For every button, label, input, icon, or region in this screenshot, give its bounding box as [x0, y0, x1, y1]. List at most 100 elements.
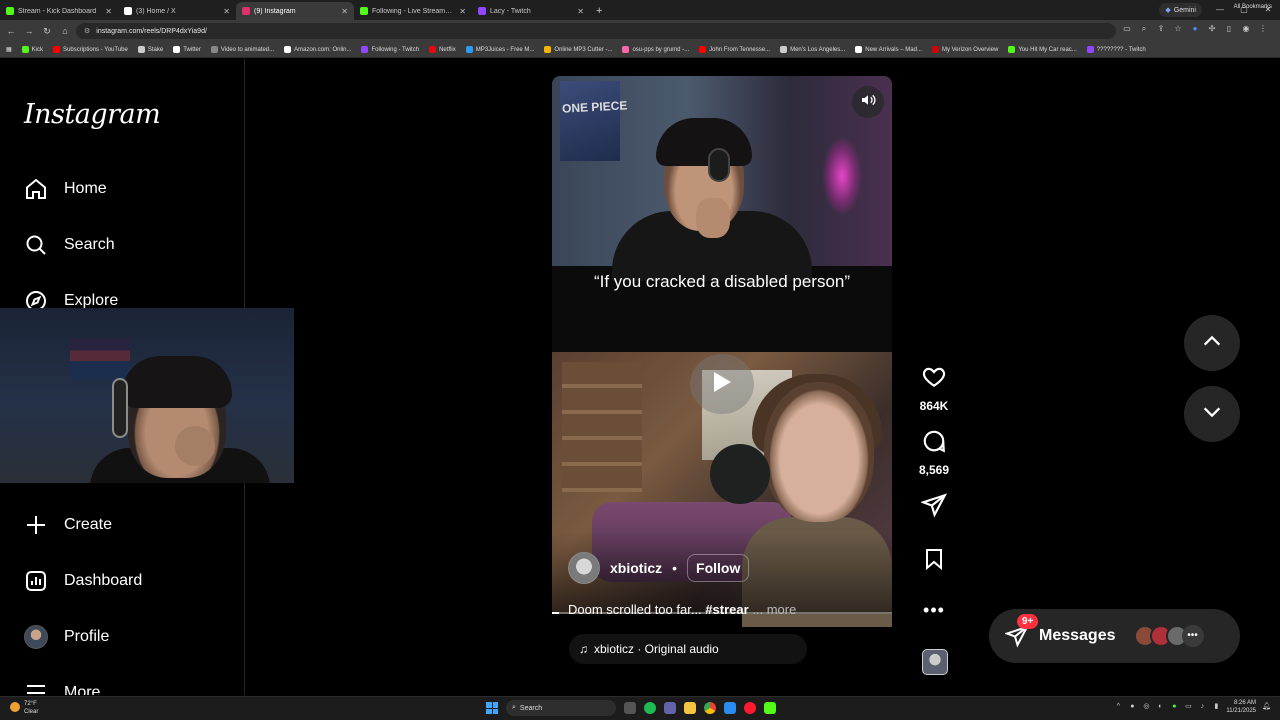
more-dots-icon[interactable]: •••	[923, 600, 945, 621]
clock[interactable]: 8:26 AM 11/21/2025	[1226, 699, 1256, 715]
sidebar-item-more[interactable]: More	[24, 681, 100, 695]
reload-icon[interactable]: ↻	[40, 24, 54, 38]
bookmark-item[interactable]: Video to animated...	[210, 46, 274, 53]
all-bookmarks-button[interactable]: All Bookmarks	[1234, 4, 1272, 10]
bookmark-item[interactable]: Twitter	[173, 46, 201, 53]
site-info-icon[interactable]: ⚙	[84, 27, 90, 35]
bookmark-item[interactable]: Subscriptions - YouTube	[53, 46, 128, 53]
chrome-icon[interactable]	[704, 702, 716, 714]
photos-icon[interactable]	[724, 702, 736, 714]
notification-bell-icon[interactable]: 🔔︎	[1262, 703, 1271, 711]
send-icon[interactable]	[919, 492, 948, 523]
bookmark-item[interactable]: Men's Los Angeles...	[780, 46, 845, 53]
weather-widget[interactable]: 72°F Clear	[10, 700, 38, 716]
taskbar-search[interactable]: ⌕ Search	[506, 700, 616, 716]
author-username[interactable]: xbioticz	[610, 560, 662, 576]
share-icon[interactable]: ⇪	[1156, 24, 1166, 34]
spotify-icon[interactable]	[644, 702, 656, 714]
bookmark-item[interactable]: osu-pps by grumd -...	[622, 46, 689, 53]
sidebar-item-home[interactable]: Home	[24, 177, 107, 201]
bookmark-item[interactable]: New Arrivals – Mad...	[855, 46, 922, 53]
bookmark-icon[interactable]	[922, 546, 946, 577]
bookmark-item[interactable]: Netflix	[429, 46, 456, 53]
extension-icon[interactable]: ●	[1190, 24, 1200, 34]
browser-tab[interactable]: Lacy - Twitch ✕	[472, 2, 590, 20]
mic-icon[interactable]: ●	[1170, 703, 1178, 711]
windows-start-icon[interactable]	[486, 702, 498, 714]
task-view-icon[interactable]	[624, 702, 636, 714]
hashtag-link[interactable]: #strear	[705, 602, 748, 617]
browser-tab[interactable]: Stream - Kick Dashboard ✕	[0, 2, 118, 20]
share-action[interactable]	[914, 492, 954, 523]
reel-video-current[interactable]: xbioticz • Follow Doom scrolled too far.…	[552, 352, 892, 680]
sidebar-item-create[interactable]: Create	[24, 513, 112, 537]
close-icon[interactable]: ✕	[105, 7, 112, 16]
home-browser-icon[interactable]: ⌂	[58, 24, 72, 38]
browser-tab[interactable]: (3) Home / X ✕	[118, 2, 236, 20]
teams-icon[interactable]	[664, 702, 676, 714]
sidebar-item-search[interactable]: Search	[24, 233, 115, 257]
opera-icon[interactable]	[744, 702, 756, 714]
next-reel-button[interactable]	[1184, 386, 1240, 442]
more-link[interactable]: ... more	[749, 602, 796, 617]
maximize-icon[interactable]: ▢	[1232, 0, 1256, 20]
heart-icon[interactable]	[921, 364, 947, 395]
close-window-icon[interactable]: ✕	[1256, 0, 1280, 20]
file-explorer-icon[interactable]	[684, 702, 696, 714]
profile-icon[interactable]: ◉	[1241, 24, 1251, 34]
close-icon[interactable]: ✕	[459, 7, 466, 16]
play-button[interactable]	[690, 354, 754, 414]
bookmark-item[interactable]: Kick	[21, 46, 43, 53]
bookmark-item[interactable]: My Verizon Overview	[931, 46, 998, 53]
reel-video-previous[interactable]: ONE PIECE “If you cracked a disabled per…	[552, 76, 892, 352]
bookmark-item[interactable]: Online MP3 Cutter -...	[544, 46, 612, 53]
cast-icon[interactable]: ▭	[1122, 24, 1132, 34]
browser-tab[interactable]: Following - Live Streams on Kick ✕	[354, 2, 472, 20]
minimize-icon[interactable]: —	[1208, 0, 1232, 20]
sidebar-item-dashboard[interactable]: Dashboard	[24, 569, 142, 593]
audio-toggle-button[interactable]	[852, 86, 884, 118]
comment-icon[interactable]	[921, 428, 947, 459]
zoom-icon[interactable]: ⌕	[1139, 24, 1149, 34]
bookmark-item[interactable]: Stake	[137, 46, 163, 53]
audio-attribution[interactable]: ♫ xbioticz · Original audio	[569, 634, 807, 664]
previous-reel-button[interactable]	[1184, 315, 1240, 371]
browser-tab-active[interactable]: (9) Instagram ✕	[236, 2, 354, 20]
like-action[interactable]: 864K	[914, 364, 954, 413]
tray-app-icon[interactable]: ●	[1128, 703, 1136, 711]
kick-app-icon[interactable]	[764, 702, 776, 714]
bookmark-item[interactable]: Following - Twitch	[361, 46, 419, 53]
bookmark-item[interactable]: You Hit My Car reac...	[1008, 46, 1077, 53]
close-icon[interactable]: ✕	[577, 7, 584, 16]
new-tab-button[interactable]: +	[590, 5, 608, 20]
sidebar-item-profile[interactable]: Profile	[24, 625, 109, 649]
address-bar[interactable]: ⚙ instagram.com/reels/DRP4dxYia9d/	[76, 23, 1116, 39]
volume-icon[interactable]: ♪	[1198, 703, 1206, 711]
bookmark-item[interactable]: ???????? - Twitch	[1086, 46, 1146, 53]
tray-app-icon[interactable]: ◐	[1156, 703, 1164, 711]
sidepanel-icon[interactable]: ▯	[1224, 24, 1234, 34]
author-avatar[interactable]	[568, 552, 600, 584]
network-icon[interactable]: ▭	[1184, 703, 1192, 711]
extensions-puzzle-icon[interactable]: ✣	[1207, 24, 1217, 34]
forward-arrow-icon[interactable]: →	[22, 24, 36, 38]
tray-app-icon[interactable]: ◎	[1142, 703, 1150, 711]
bookmark-star-icon[interactable]: ☆	[1173, 24, 1183, 34]
apps-grid-icon[interactable]: ▦	[6, 46, 12, 53]
follow-button[interactable]: Follow	[687, 554, 750, 582]
bookmark-item[interactable]: Amazon.com: Onlin...	[284, 46, 351, 53]
bookmark-item[interactable]: MP3Juices - Free M...	[465, 46, 534, 53]
audio-avatar[interactable]	[922, 649, 948, 675]
chrome-menu-icon[interactable]: ⋮	[1258, 24, 1268, 34]
save-action[interactable]	[914, 546, 954, 577]
bookmark-item[interactable]: John From Tennesse...	[699, 46, 770, 53]
gemini-button[interactable]: ◆ Gemini	[1159, 3, 1202, 17]
messages-button[interactable]: 9+ Messages •••	[989, 609, 1240, 663]
comment-action[interactable]: 8,569	[914, 428, 954, 477]
chevron-up-icon[interactable]: ^	[1114, 703, 1122, 711]
back-arrow-icon[interactable]: ←	[4, 24, 18, 38]
more-options-action[interactable]: •••	[914, 600, 954, 621]
close-icon[interactable]: ✕	[223, 7, 230, 16]
instagram-logo[interactable]: Instagram	[24, 99, 161, 130]
close-icon[interactable]: ✕	[341, 7, 348, 16]
